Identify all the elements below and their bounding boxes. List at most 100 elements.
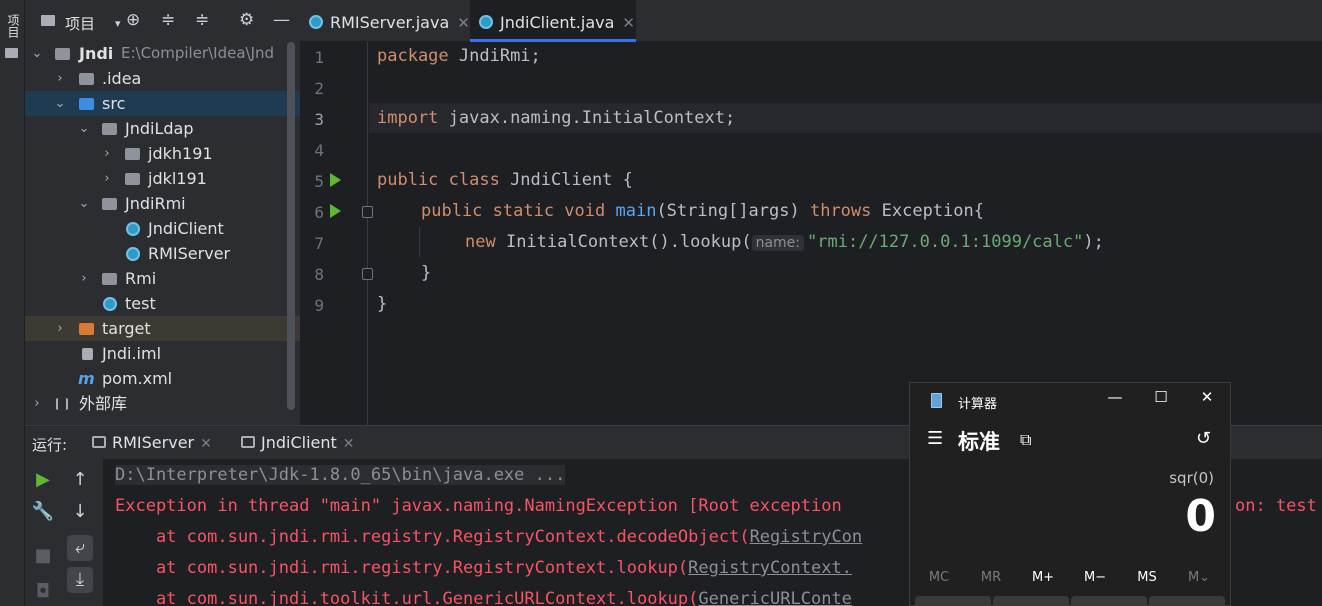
calc-key[interactable] — [993, 596, 1069, 605]
tree-item-idea[interactable]: › .idea — [25, 66, 300, 91]
tree-item-rmi[interactable]: › Rmi — [25, 266, 300, 291]
wrench-icon[interactable]: 🔧 — [30, 499, 56, 525]
run-toolbar: ▶ ↑ 🔧 ↓ ■ ⤶ ⤓ ◘ — [25, 459, 103, 606]
code-line-5: public class JndiClient { — [377, 170, 633, 190]
minimize-button[interactable]: — — [1100, 388, 1130, 406]
memory-subtract-button[interactable]: M− — [1069, 570, 1121, 585]
up-arrow-icon[interactable]: ↑ — [67, 467, 93, 493]
chevron-right-icon[interactable]: › — [78, 266, 90, 291]
tree-item-jndirmi[interactable]: ⌄ JndiRmi — [25, 191, 300, 216]
tree-item-pom[interactable]: m pom.xml — [25, 366, 300, 391]
locate-icon[interactable]: ⊕ — [126, 11, 140, 29]
stack-link[interactable]: RegistryCon — [750, 527, 863, 547]
close-icon[interactable]: ✕ — [622, 14, 635, 32]
close-button[interactable]: ✕ — [1192, 388, 1222, 406]
close-icon[interactable]: ✕ — [457, 14, 470, 32]
tree-item-external-libs[interactable]: › 外部库 — [25, 391, 300, 416]
calc-key[interactable] — [915, 596, 991, 605]
collapse-all-icon[interactable]: ≑ — [195, 11, 209, 29]
tree-item-jndildap[interactable]: ⌄ JndiLdap — [25, 116, 300, 141]
editor-tabs: RMIServer.java ✕ JndiClient.java ✕ — [300, 0, 1322, 42]
soft-wrap-icon[interactable]: ⤶ — [67, 535, 93, 561]
code-editor[interactable]: 1 2 3 4 5 6 7 8 9 package JndiRmi; impor… — [300, 42, 1322, 425]
tree-label: JndiClient — [148, 219, 224, 238]
chevron-right-icon[interactable]: › — [101, 166, 113, 191]
memory-store-button[interactable]: MS — [1121, 570, 1173, 585]
tree-item-src[interactable]: ⌄ src — [25, 91, 300, 116]
code-line-9: } — [377, 294, 388, 314]
source-folder-icon — [79, 98, 94, 110]
tree-item-jndi[interactable]: ⌄ Jndi E:\Compiler\Idea\Jnd — [25, 41, 300, 66]
module-folder-icon — [55, 48, 70, 60]
gear-icon[interactable]: ⚙ — [239, 11, 254, 29]
chevron-right-icon[interactable]: › — [54, 316, 66, 341]
stop-icon[interactable]: ■ — [30, 543, 56, 569]
memory-clear-button[interactable]: MC — [913, 570, 965, 585]
calculator-title: 计算器 — [958, 397, 998, 412]
project-scrollbar[interactable] — [287, 42, 295, 410]
memory-recall-button[interactable]: MR — [965, 570, 1017, 585]
tree-item-jndiclient[interactable]: JndiClient — [25, 216, 300, 241]
folder-icon[interactable] — [5, 48, 18, 58]
console-stack-line: at com.sun.jndi.toolkit.url.GenericURLCo… — [115, 589, 852, 606]
tree-label: Jndi — [79, 44, 114, 63]
code-line-3: import javax.naming.InitialContext; — [377, 108, 736, 128]
chevron-right-icon[interactable]: › — [54, 66, 66, 91]
tree-item-test[interactable]: test — [25, 291, 300, 316]
rerun-icon[interactable]: ▶ — [30, 467, 56, 493]
tree-label: JndiLdap — [125, 119, 194, 138]
tree-label: jdkh191 — [148, 144, 213, 163]
memory-list-button[interactable]: M⌄ — [1173, 570, 1225, 585]
project-tool-label[interactable]: 项目 — [4, 14, 20, 38]
calc-key[interactable] — [1149, 596, 1225, 605]
tab-label: JndiClient.java — [500, 13, 615, 32]
chevron-right-icon[interactable]: › — [101, 141, 113, 166]
console-command-line: D:\Interpreter\Jdk-1.8.0_65\bin\java.exe… — [115, 465, 566, 485]
run-class-icon[interactable] — [330, 173, 341, 187]
close-icon[interactable]: ✕ — [200, 436, 212, 452]
chevron-down-icon[interactable]: ⌄ — [31, 41, 43, 66]
fold-icon[interactable] — [362, 268, 373, 280]
dropdown-icon[interactable]: ▾ — [115, 15, 121, 33]
tree-item-rmiserver[interactable]: RMIServer — [25, 241, 300, 266]
expand-all-icon[interactable]: ≑ — [161, 11, 175, 29]
camera-icon[interactable]: ◘ — [30, 579, 56, 605]
chevron-down-icon[interactable]: ⌄ — [78, 191, 90, 216]
run-tab-rmiserver[interactable]: RMIServer ✕ — [88, 426, 216, 460]
stack-link[interactable]: RegistryContext. — [688, 558, 852, 578]
indent-guide — [419, 227, 420, 257]
memory-add-button[interactable]: M+ — [1017, 570, 1069, 585]
run-config-icon — [92, 436, 106, 448]
hamburger-menu-icon[interactable]: ☰ — [927, 428, 943, 449]
run-config-icon — [241, 436, 255, 448]
tree-item-target[interactable]: › target — [25, 316, 300, 341]
run-tab-jndiclient[interactable]: JndiClient ✕ — [237, 426, 367, 460]
fold-icon[interactable] — [362, 206, 373, 218]
run-main-icon[interactable] — [330, 204, 341, 218]
line-number: 2 — [314, 79, 324, 98]
maximize-button[interactable]: ☐ — [1146, 388, 1176, 406]
tree-label: Rmi — [125, 269, 157, 288]
tree-item-jdkh191[interactable]: › jdkh191 — [25, 141, 300, 166]
calc-key[interactable] — [1071, 596, 1147, 605]
chevron-down-icon[interactable]: ⌄ — [78, 116, 90, 141]
keep-on-top-icon[interactable]: ⧉ — [1020, 430, 1031, 450]
chevron-right-icon[interactable]: › — [31, 391, 43, 416]
history-icon[interactable]: ↺ — [1196, 428, 1211, 449]
tree-item-jdkl191[interactable]: › jdkl191 — [25, 166, 300, 191]
run-label: 运行: — [32, 436, 68, 454]
down-arrow-icon[interactable]: ↓ — [67, 499, 93, 525]
minimize-icon[interactable]: — — [273, 11, 290, 29]
chevron-down-icon[interactable]: ⌄ — [54, 91, 66, 116]
package-icon — [125, 173, 140, 185]
stack-link[interactable]: GenericURLConte — [698, 589, 852, 606]
tab-jndiclient[interactable]: JndiClient.java ✕ — [470, 0, 636, 42]
scroll-to-end-icon[interactable]: ⤓ — [67, 567, 93, 593]
project-toolbar: 项目 ▾ ⊕ ≑ ≑ ⚙ — — [25, 0, 300, 42]
calculator-expression: sqr(0) — [1169, 469, 1214, 487]
close-icon[interactable]: ✕ — [343, 436, 355, 452]
tab-rmiserver[interactable]: RMIServer.java ✕ — [300, 0, 470, 42]
project-title[interactable]: 项目 — [65, 13, 95, 34]
line-number: 9 — [314, 296, 324, 315]
tree-item-jndi-iml[interactable]: Jndi.iml — [25, 341, 300, 366]
